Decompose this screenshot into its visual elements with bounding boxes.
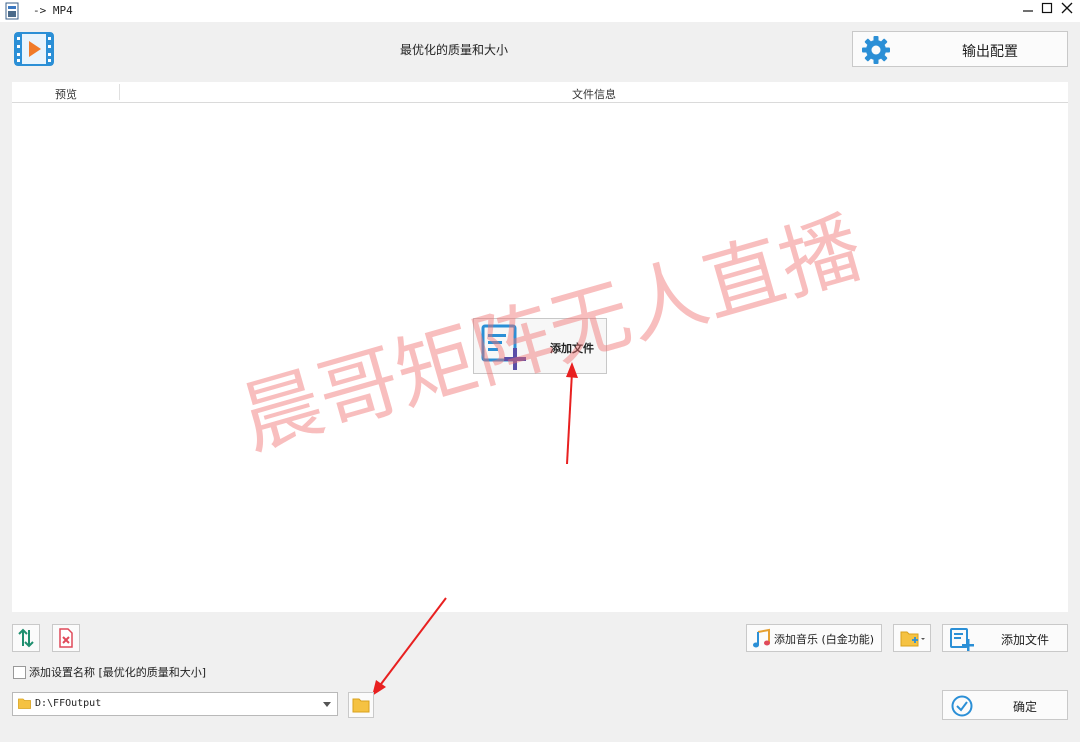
close-icon [1061, 2, 1073, 14]
column-file-info[interactable]: 文件信息 [572, 86, 616, 102]
output-settings-button[interactable]: 输出配置 [852, 31, 1068, 67]
maximize-button[interactable] [1037, 2, 1057, 20]
add-file-button[interactable]: 添加文件 [942, 624, 1068, 652]
window-title: -> MP4 [33, 4, 73, 17]
add-setting-name-label: 添加设置名称 [最优化的质量和大小] [29, 666, 207, 679]
table-header: 预览 文件信息 [12, 82, 1068, 103]
close-button[interactable] [1057, 2, 1077, 20]
maximize-icon [1041, 2, 1053, 14]
title-bar: -> MP4 [0, 0, 1080, 22]
add-folder-icon [900, 631, 925, 647]
add-folder-button[interactable] [893, 624, 931, 652]
add-music-button[interactable]: 添加音乐 (白金功能) [746, 624, 882, 652]
browse-folder-button[interactable] [348, 692, 374, 718]
folder-icon [352, 698, 370, 713]
add-file-icon [950, 628, 974, 651]
sort-button[interactable] [12, 624, 40, 652]
chevron-down-icon [323, 702, 331, 707]
add-file-label: 添加文件 [1000, 633, 1049, 647]
preset-title: 最优化的质量和大小 [399, 43, 508, 57]
gear-icon [862, 36, 890, 64]
column-divider [119, 84, 120, 100]
column-preview[interactable]: 预览 [55, 86, 77, 102]
ok-button[interactable]: 确定 [942, 690, 1068, 720]
app-icon [5, 2, 19, 20]
remove-file-icon [59, 628, 73, 648]
folder-icon [18, 698, 31, 709]
add-music-label: 添加音乐 (白金功能) [774, 633, 875, 646]
add-file-center-button[interactable]: 添加文件 [473, 318, 607, 374]
add-setting-name-checkbox[interactable] [13, 666, 26, 679]
ok-label: 确定 [1012, 700, 1037, 714]
check-circle-icon [951, 695, 973, 717]
add-file-center-label: 添加文件 [550, 342, 594, 355]
minimize-icon [1023, 10, 1033, 12]
header: 最优化的质量和大小 输出配置 [0, 22, 1080, 82]
remove-file-button[interactable] [52, 624, 80, 652]
output-path-value: D:\FFOutput [35, 698, 102, 709]
output-settings-label: 输出配置 [962, 44, 1018, 60]
music-note-icon [753, 628, 770, 648]
sort-icon [18, 628, 34, 648]
add-file-icon [481, 324, 526, 370]
file-list[interactable]: 预览 文件信息 添加文件 [12, 82, 1068, 612]
minimize-button[interactable] [1018, 2, 1038, 20]
output-path-select[interactable]: D:\FFOutput [12, 692, 338, 716]
